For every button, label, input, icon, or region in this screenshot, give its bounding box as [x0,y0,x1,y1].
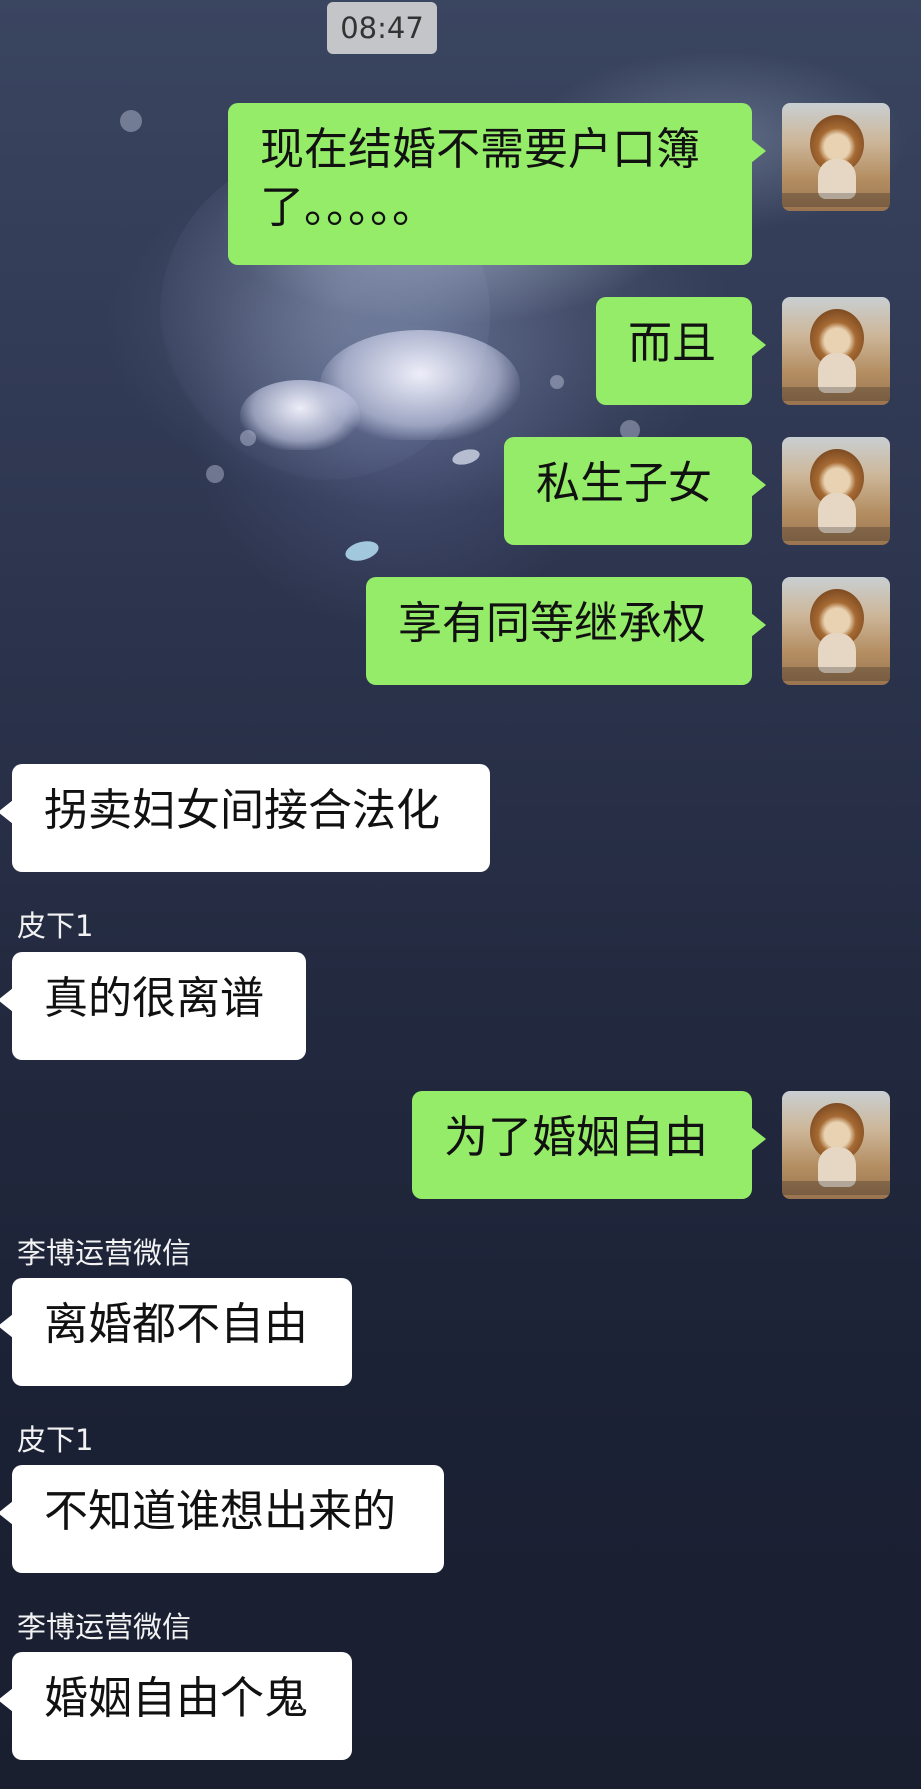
lion-cat-avatar-icon[interactable] [782,577,890,685]
message-bubble-outgoing[interactable]: 私生子女 [504,437,766,545]
background-bokeh [206,465,224,483]
message-bubble-incoming[interactable]: 不知道谁想出来的 [0,1465,444,1573]
background-bokeh [120,110,142,132]
background-lotus-small [240,380,360,450]
message-bubble-outgoing[interactable]: 为了婚姻自由 [412,1091,766,1199]
lion-cat-avatar-icon[interactable] [782,103,890,211]
background-petal [450,446,482,468]
message-bubble-outgoing[interactable]: 享有同等继承权 [366,577,766,685]
background-bokeh [240,430,256,446]
message-bubble-outgoing[interactable]: 而且 [596,297,766,405]
sender-name: 李博运营微信 [17,1236,192,1270]
lion-cat-avatar-icon[interactable] [782,437,890,545]
message-bubble-incoming[interactable]: 真的很离谱 [0,952,306,1060]
message-bubble-incoming[interactable]: 离婚都不自由 [0,1278,352,1386]
message-bubble-outgoing[interactable]: 现在结婚不需要户口簿 了。。。。。 [228,103,766,265]
lion-cat-avatar-icon[interactable] [782,1091,890,1199]
background-bokeh [550,375,564,389]
sender-name: 李博运营微信 [17,1610,192,1644]
lion-cat-avatar-icon[interactable] [782,297,890,405]
background-petal [343,537,381,565]
timestamp-pill: 08:47 [327,2,437,54]
message-bubble-incoming[interactable]: 拐卖妇女间接合法化 [0,764,490,872]
sender-name: 皮下1 [17,1423,94,1457]
message-bubble-incoming[interactable]: 婚姻自由个鬼 [0,1652,352,1760]
sender-name: 皮下1 [17,909,94,943]
